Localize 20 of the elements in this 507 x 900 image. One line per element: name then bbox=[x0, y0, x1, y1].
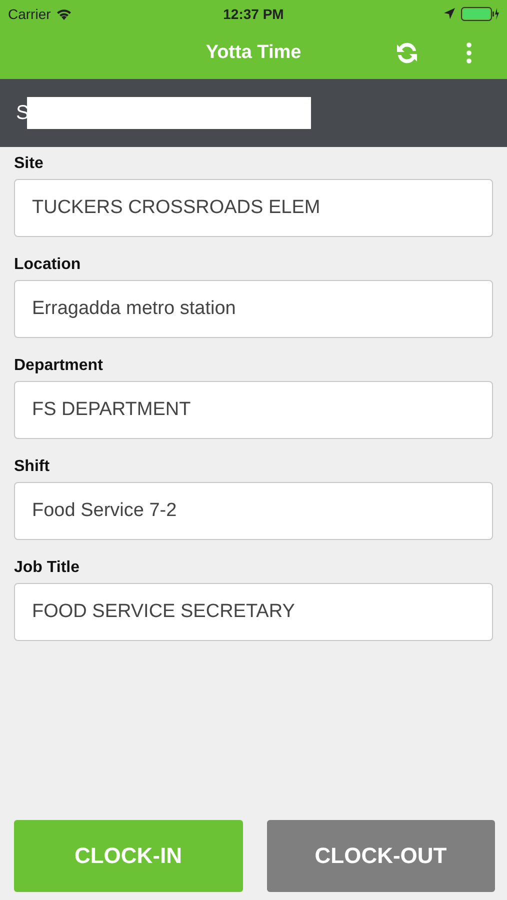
refresh-button[interactable] bbox=[394, 40, 420, 66]
app-title: Yotta Time bbox=[206, 42, 302, 64]
field-label: Location bbox=[14, 256, 82, 274]
field-label: Shift bbox=[14, 458, 51, 476]
wifi-icon bbox=[56, 8, 72, 20]
refresh-icon bbox=[394, 40, 420, 66]
carrier-name: Carrier bbox=[8, 6, 51, 22]
more-vertical-icon bbox=[466, 42, 472, 64]
text-field[interactable]: FS DEPARTMENT bbox=[14, 381, 493, 439]
text-field[interactable]: Food Service 7-2 bbox=[14, 482, 493, 540]
text-field[interactable]: FOOD SERVICE SECRETARY bbox=[14, 583, 493, 641]
text-field[interactable]: TUCKERS CROSSROADS ELEM bbox=[14, 179, 493, 237]
more-menu-button[interactable] bbox=[466, 42, 472, 64]
text-field[interactable]: Erragadda metro station bbox=[14, 280, 493, 338]
location-arrow-icon bbox=[444, 8, 455, 19]
field-label: Site bbox=[14, 155, 44, 173]
field-label: Job Title bbox=[14, 559, 80, 577]
field-label: Department bbox=[14, 357, 104, 375]
battery-icon bbox=[461, 6, 499, 20]
status-time: 12:37 PM bbox=[223, 6, 284, 22]
